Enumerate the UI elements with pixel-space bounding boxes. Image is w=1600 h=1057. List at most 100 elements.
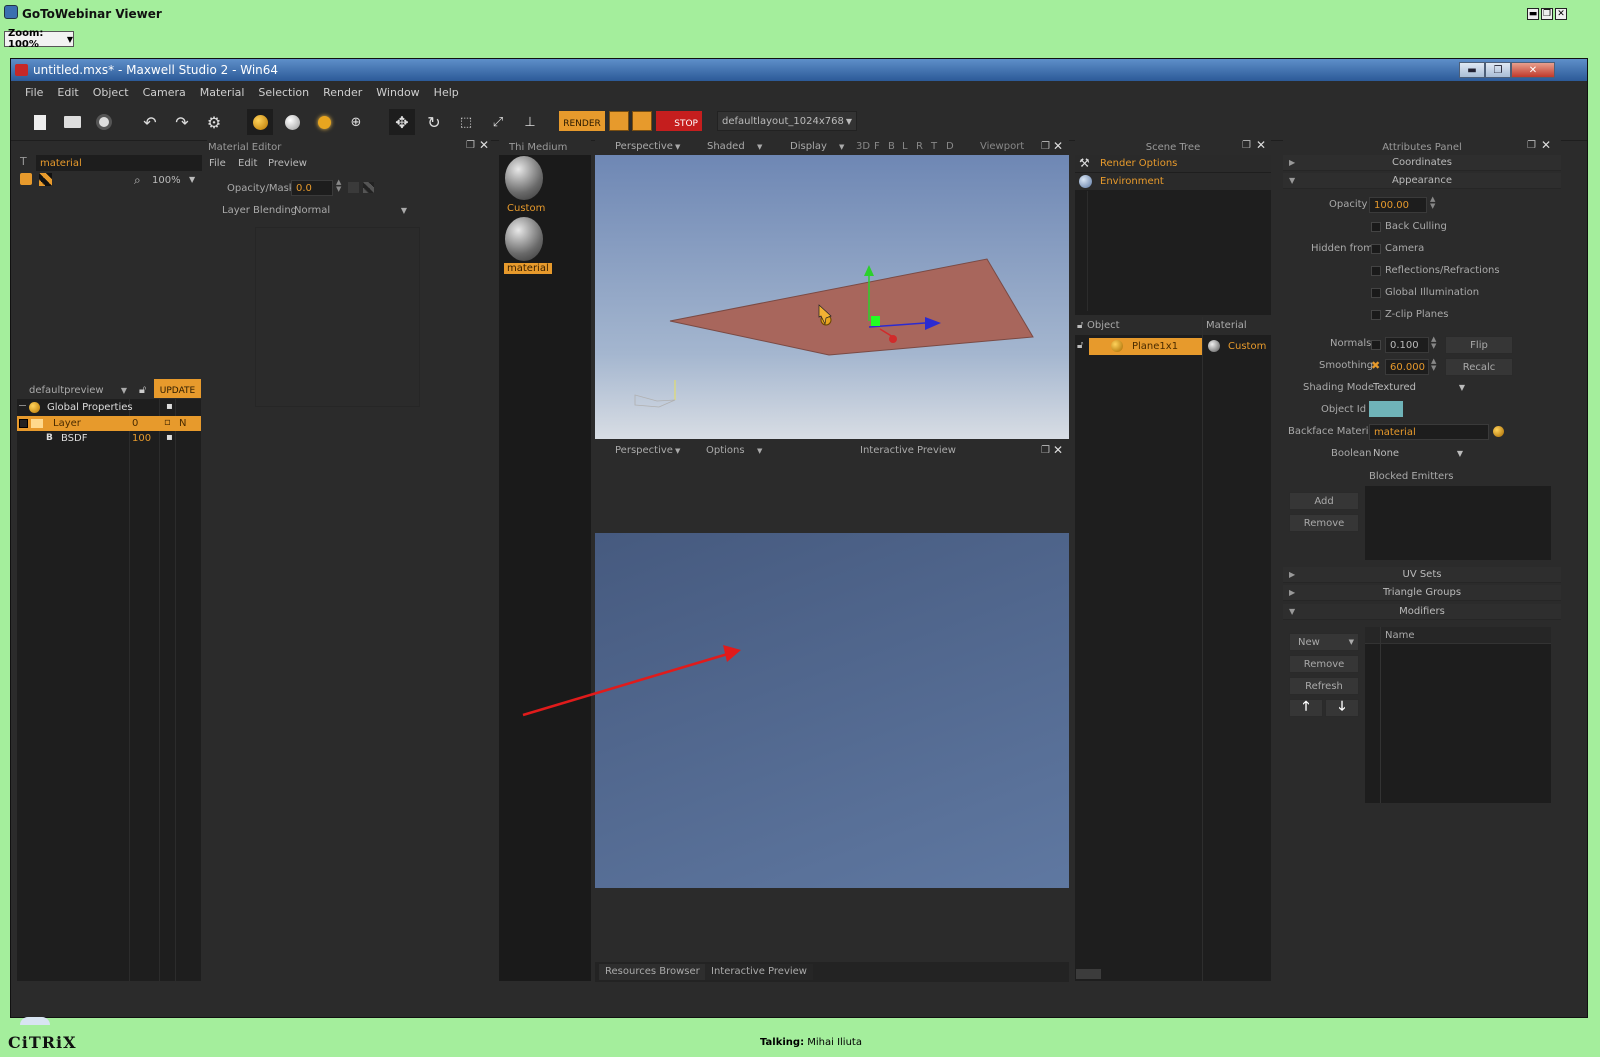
- gizmo-z-handle[interactable]: [889, 335, 897, 343]
- menu-window[interactable]: Window: [369, 86, 426, 99]
- checker-icon[interactable]: [363, 182, 374, 193]
- material-search-input[interactable]: material: [36, 155, 202, 171]
- material-editor-menu-edit[interactable]: Edit: [238, 158, 257, 169]
- scene-item-render-options[interactable]: ⚒ Render Options: [1075, 155, 1271, 172]
- viewport-flag-b[interactable]: B: [888, 141, 895, 152]
- layout-select[interactable]: defaultlayout_1024x768 ▼: [717, 111, 857, 131]
- spinner-icon[interactable]: ▲ ▼: [1431, 336, 1436, 350]
- close-icon[interactable]: ✕: [1053, 443, 1063, 457]
- thumb-custom-sphere[interactable]: [505, 156, 543, 200]
- tab-resources-browser[interactable]: Resources Browser: [599, 964, 706, 980]
- material-check-icon[interactable]: [279, 109, 305, 135]
- menu-object[interactable]: Object: [86, 86, 136, 99]
- chevron-down-icon[interactable]: ▼: [189, 175, 195, 184]
- lock-icon[interactable]: 🔓︎: [1077, 340, 1083, 351]
- close-icon[interactable]: ✕: [1256, 138, 1266, 152]
- menu-edit[interactable]: Edit: [50, 86, 85, 99]
- recalc-button[interactable]: Recalc: [1445, 358, 1513, 376]
- material-sphere-icon[interactable]: [247, 109, 273, 135]
- smoothing-check-icon[interactable]: ✖: [1371, 359, 1380, 372]
- gtw-maximize-button[interactable]: ❐: [1541, 8, 1553, 20]
- material-pick-icon[interactable]: [1493, 426, 1504, 437]
- float-panel-icon[interactable]: ❐: [1242, 140, 1251, 151]
- viewport-flag-l[interactable]: L: [902, 141, 908, 152]
- update-button[interactable]: UPDATE: [154, 379, 201, 398]
- zoom-select[interactable]: Zoom: 100% ▼: [4, 28, 74, 50]
- float-panel-icon[interactable]: ❐: [466, 140, 475, 151]
- thumb-material-sphere[interactable]: [505, 217, 543, 261]
- hidden-gi-checkbox[interactable]: [1371, 288, 1381, 298]
- undo-icon[interactable]: ↶: [137, 109, 163, 135]
- plane-object[interactable]: [669, 258, 1034, 356]
- lock-icon[interactable]: 🔓︎: [1077, 320, 1083, 331]
- close-icon[interactable]: ✕: [1541, 138, 1551, 152]
- search-icon[interactable]: ⌕: [134, 173, 141, 188]
- close-icon[interactable]: ✕: [479, 138, 489, 152]
- section-appearance[interactable]: ▼ Appearance: [1283, 173, 1561, 189]
- gtw-close-button[interactable]: ✕: [1555, 8, 1567, 20]
- back-culling-checkbox[interactable]: [1371, 222, 1381, 232]
- stop-button[interactable]: STOP: [656, 111, 702, 131]
- object-id-swatch[interactable]: [1369, 401, 1403, 417]
- scene-item-environment[interactable]: Environment: [1075, 173, 1271, 190]
- hidden-camera-checkbox[interactable]: [1371, 244, 1381, 254]
- refresh-modifier-button[interactable]: Refresh: [1289, 677, 1359, 695]
- redo-icon[interactable]: ↷: [169, 109, 195, 135]
- render-button[interactable]: RENDER: [559, 111, 605, 131]
- preview-select[interactable]: defaultpreview ▼: [25, 381, 131, 399]
- scale-tool-icon[interactable]: ⬚: [453, 109, 479, 135]
- uv-icon[interactable]: ⊕: [343, 109, 369, 135]
- render-region-icon[interactable]: [609, 111, 629, 131]
- hidden-reflections-checkbox[interactable]: [1371, 266, 1381, 276]
- menu-material[interactable]: Material: [193, 86, 252, 99]
- lock-icon[interactable]: 🔓︎: [139, 383, 146, 397]
- hidden-zclip-checkbox[interactable]: [1371, 310, 1381, 320]
- viewport-flag-r[interactable]: R: [916, 141, 923, 152]
- axis-tool-icon[interactable]: ⊥: [517, 109, 543, 135]
- opacity-input[interactable]: 100.00: [1369, 197, 1427, 213]
- render-window-icon[interactable]: [632, 111, 652, 131]
- text-tool-icon[interactable]: T: [20, 155, 27, 168]
- menu-file[interactable]: File: [18, 86, 50, 99]
- chevron-down-icon[interactable]: ▼: [757, 447, 762, 455]
- float-panel-icon[interactable]: ❐: [1527, 140, 1536, 151]
- object-column-header[interactable]: Object: [1087, 320, 1120, 331]
- menu-help[interactable]: Help: [427, 86, 466, 99]
- chevron-down-icon[interactable]: ▼: [757, 143, 762, 151]
- smoothing-input[interactable]: 60.000: [1385, 359, 1429, 375]
- viewport-flag-f[interactable]: F: [874, 141, 880, 152]
- material-column-header[interactable]: Material: [1206, 320, 1247, 331]
- chevron-down-icon[interactable]: ▼: [839, 143, 844, 151]
- modifiers-list[interactable]: Name: [1365, 627, 1551, 803]
- thumb-material-label[interactable]: material: [504, 263, 552, 274]
- tree-row-bsdf[interactable]: B BSDF 100 ▪: [17, 432, 201, 446]
- normals-checkbox[interactable]: [1371, 340, 1381, 350]
- collapse-icon[interactable]: [19, 419, 28, 428]
- modifiers-name-column[interactable]: Name: [1385, 630, 1415, 641]
- maxwell-maximize-button[interactable]: ❐: [1485, 62, 1511, 78]
- add-emitter-button[interactable]: Add: [1289, 492, 1359, 510]
- emitter-icon[interactable]: [311, 109, 337, 135]
- thumb-custom-label[interactable]: Custom: [507, 203, 545, 214]
- tree-row-layer[interactable]: Layer 0 ▫ N: [17, 416, 201, 431]
- interactive-camera-select[interactable]: Perspective: [615, 445, 673, 456]
- opacity-mask-input[interactable]: 0.0: [291, 180, 333, 196]
- interactive-options-select[interactable]: Options: [706, 445, 745, 456]
- mask-slot-icon[interactable]: [348, 182, 359, 193]
- new-modifier-button[interactable]: New ▼: [1289, 633, 1359, 651]
- maxwell-minimize-button[interactable]: ▬: [1459, 62, 1485, 78]
- maxwell-close-button[interactable]: ✕: [1511, 62, 1555, 78]
- arrow-down-icon[interactable]: 🡓: [1325, 699, 1359, 717]
- tab-interactive-preview[interactable]: Interactive Preview: [705, 964, 813, 980]
- arrow-up-icon[interactable]: 🡑: [1289, 699, 1323, 717]
- remove-modifier-button[interactable]: Remove: [1289, 655, 1359, 673]
- close-icon[interactable]: ✕: [1053, 139, 1063, 153]
- blocked-emitters-list[interactable]: [1365, 486, 1551, 560]
- chevron-down-icon[interactable]: ▼: [675, 143, 680, 151]
- open-folder-icon[interactable]: [59, 109, 85, 135]
- viewport-camera-select[interactable]: Perspective: [615, 141, 673, 152]
- boolean-select[interactable]: None ▼: [1371, 445, 1465, 461]
- zoom-value[interactable]: 100%: [152, 175, 181, 186]
- section-triangle-groups[interactable]: ▶ Triangle Groups: [1283, 585, 1561, 601]
- layer-blending-select[interactable]: Normal ▼: [292, 202, 409, 218]
